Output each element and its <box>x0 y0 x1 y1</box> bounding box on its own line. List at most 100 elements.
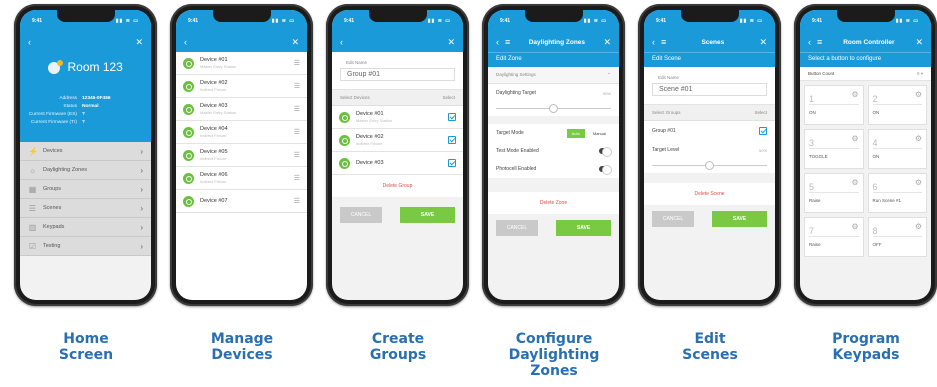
sliders-icon[interactable]: ☰ <box>294 59 300 67</box>
test-mode-toggle[interactable] <box>599 147 612 157</box>
delete-zone-button[interactable]: Delete Zone <box>488 192 619 214</box>
delete-group-button[interactable]: Delete Group <box>332 175 463 197</box>
cancel-button[interactable]: CANCEL <box>652 211 694 227</box>
checkbox-checked-icon[interactable] <box>759 127 767 135</box>
slider-knob[interactable] <box>705 161 714 170</box>
device-row[interactable]: Device #01 Master Entry Station ☰ <box>176 52 307 75</box>
keypad-button[interactable]: 8 ⚙ OFF <box>867 217 927 257</box>
target-row: Daylighting Target 50% <box>488 84 619 102</box>
button-label: ON <box>809 110 816 115</box>
menu-item-scenes[interactable]: ☰ Scenes › <box>20 199 151 218</box>
sliders-icon[interactable]: ☰ <box>294 82 300 90</box>
keypad-button[interactable]: 5 ⚙ Raise <box>804 173 864 213</box>
device-row[interactable]: Device #02 Indirect Fixture ☰ <box>176 75 307 98</box>
button-count-value: 8 <box>916 70 920 76</box>
lightbulb-icon <box>48 59 64 74</box>
delete-scene-button[interactable]: Delete Scene <box>644 183 775 205</box>
device-row[interactable]: Device #01 Master Entry Station <box>332 106 463 129</box>
menu-item-daylighting-zones[interactable]: ☼ Daylighting Zones › <box>20 161 151 180</box>
notch <box>524 10 583 22</box>
menu-label: Daylighting Zones <box>43 167 88 173</box>
sliders-icon[interactable]: ☰ <box>294 197 300 205</box>
menu-item-groups[interactable]: ▦ Groups › <box>20 180 151 199</box>
target-level-value: 50% <box>758 147 767 153</box>
photocell-toggle[interactable] <box>599 165 612 175</box>
cancel-button[interactable]: CANCEL <box>496 220 538 236</box>
back-icon[interactable]: ‹ <box>28 37 31 47</box>
device-row[interactable]: Device #04 Indirect Fixture ☰ <box>176 121 307 144</box>
select-link[interactable]: Select <box>754 110 767 115</box>
section-header[interactable]: Daylighting Settings ⌃ <box>488 67 619 84</box>
back-icon[interactable]: ‹ <box>808 37 811 47</box>
keypad-button[interactable]: 4 ⚙ ON <box>867 129 927 169</box>
level-slider[interactable] <box>644 159 775 173</box>
group-row[interactable]: Group #01 <box>644 121 775 141</box>
device-row[interactable]: Device #07 ☰ <box>176 190 307 213</box>
close-icon[interactable]: ✕ <box>603 37 611 48</box>
gear-icon[interactable]: ⚙ <box>915 222 922 231</box>
keypad-button[interactable]: 6 ⚙ Run Scene #1 <box>867 173 927 213</box>
button-number: 1 <box>809 94 815 104</box>
checkbox-checked-icon[interactable] <box>448 159 456 167</box>
status-time: 9:41 <box>500 18 511 24</box>
keypad-button[interactable]: 1 ⚙ ON <box>804 85 864 125</box>
button-number: 7 <box>809 226 815 236</box>
info-key: Address <box>59 96 77 101</box>
device-row[interactable]: Device #05 Indirect Fixture ☰ <box>176 144 307 167</box>
gear-icon[interactable]: ⚙ <box>915 90 922 99</box>
gear-icon[interactable]: ⚙ <box>915 178 922 187</box>
back-icon[interactable]: ‹ <box>496 37 499 47</box>
select-link[interactable]: Select <box>442 95 455 100</box>
menu-item-devices[interactable]: ⚡ Devices › <box>20 142 151 161</box>
menu-item-keypads[interactable]: ▥ Keypads › <box>20 218 151 237</box>
keypad-grid: 1 ⚙ ON 2 ⚙ ON 3 ⚙ TOGGLE 4 ⚙ ON 5 ⚙ Raise 6 ⚙ Run Sc… <box>800 81 931 261</box>
gear-icon[interactable]: ⚙ <box>851 90 858 99</box>
navbar: ‹ ✕ <box>20 32 151 52</box>
back-icon[interactable]: ‹ <box>340 37 343 47</box>
device-name: Device #05 <box>200 149 228 155</box>
checkbox-checked-icon[interactable] <box>448 136 456 144</box>
bolt-icon: ⚡ <box>28 146 38 156</box>
menu-item-testing[interactable]: ☑ Testing › <box>20 237 151 256</box>
scene-name-input[interactable]: Scene #01 <box>652 83 767 96</box>
gear-icon[interactable]: ⚙ <box>851 178 858 187</box>
sliders-icon[interactable]: ☰ <box>294 128 300 136</box>
device-name: Device #06 <box>200 172 228 178</box>
button-number: 2 <box>872 94 878 104</box>
gear-icon[interactable]: ⚙ <box>851 222 858 231</box>
info-row: Address 12345-0F456 <box>20 96 151 101</box>
close-icon[interactable]: ✕ <box>915 37 923 48</box>
save-button[interactable]: SAVE <box>556 220 611 236</box>
gear-icon[interactable]: ⚙ <box>851 134 858 143</box>
save-button[interactable]: SAVE <box>400 207 455 223</box>
target-slider[interactable] <box>488 102 619 116</box>
keypad-button[interactable]: 3 ⚙ TOGGLE <box>804 129 864 169</box>
device-type: Indirect Fixture <box>200 87 227 92</box>
save-button[interactable]: SAVE <box>712 211 767 227</box>
sliders-icon[interactable]: ☰ <box>294 151 300 159</box>
slider-knob[interactable] <box>549 104 558 113</box>
button-count-row[interactable]: Button Count 8 ▾ <box>800 67 931 81</box>
button-number: 5 <box>809 182 815 192</box>
group-name-input[interactable]: Group #01 <box>340 68 455 81</box>
close-icon[interactable]: ✕ <box>447 37 455 48</box>
mode-auto-button[interactable]: Auto <box>566 128 585 138</box>
close-icon[interactable]: ✕ <box>759 37 767 48</box>
mode-manual-button[interactable]: Manual <box>588 129 611 138</box>
device-row[interactable]: Device #03 Master Entry Station ☰ <box>176 98 307 121</box>
device-row[interactable]: Device #06 Indirect Fixture ☰ <box>176 167 307 190</box>
close-icon[interactable]: ✕ <box>291 37 299 48</box>
cancel-button[interactable]: CANCEL <box>340 207 382 223</box>
back-icon[interactable]: ‹ <box>652 37 655 47</box>
sliders-icon[interactable]: ☰ <box>294 105 300 113</box>
back-icon[interactable]: ‹ <box>184 37 187 47</box>
checkbox-checked-icon[interactable] <box>448 113 456 121</box>
close-icon[interactable]: ✕ <box>135 37 143 48</box>
keypad-button[interactable]: 7 ⚙ Raise <box>804 217 864 257</box>
scene-name-block: Edit Name Scene #01 <box>644 67 775 105</box>
sliders-icon[interactable]: ☰ <box>294 174 300 182</box>
device-row[interactable]: Device #03 <box>332 152 463 175</box>
device-row[interactable]: Device #02 Indirect Fixture <box>332 129 463 152</box>
keypad-button[interactable]: 2 ⚙ ON <box>867 85 927 125</box>
gear-icon[interactable]: ⚙ <box>915 134 922 143</box>
